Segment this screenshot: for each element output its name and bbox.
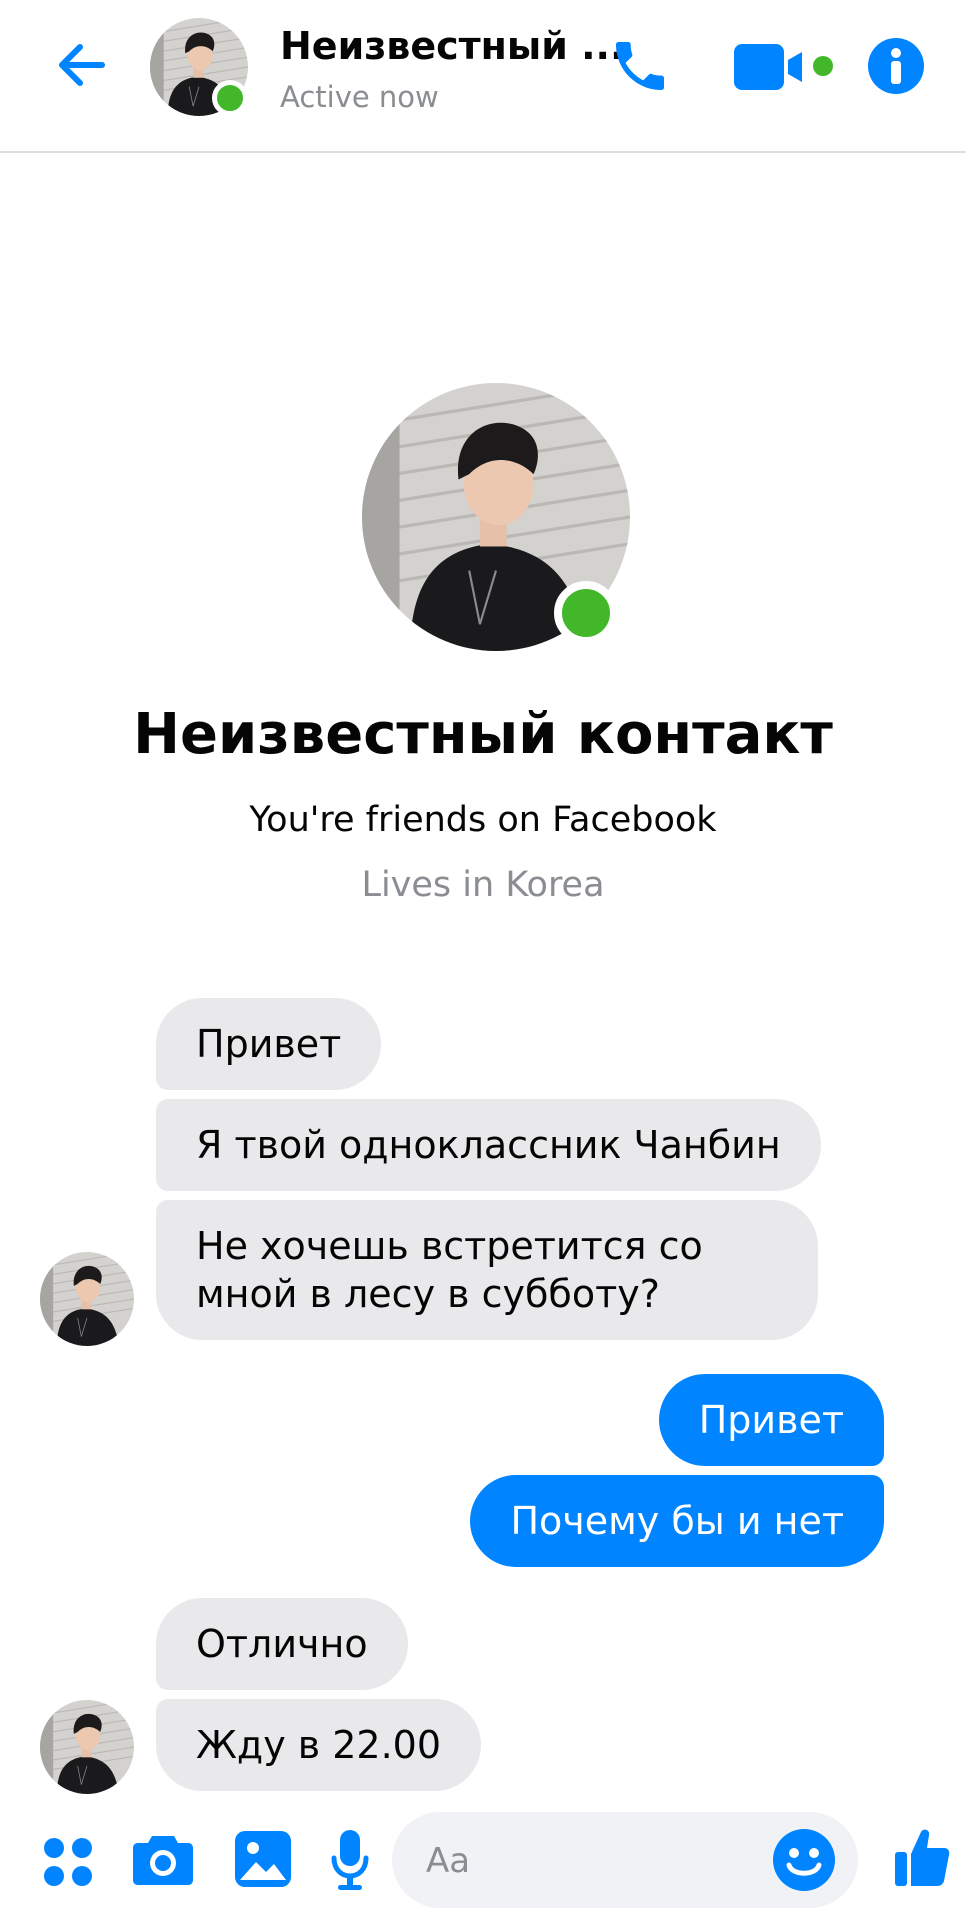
like-button[interactable] — [894, 1826, 950, 1888]
contact-avatar[interactable] — [40, 1252, 134, 1346]
message-text: Не хочешь встретится со — [196, 1224, 703, 1268]
camera-button[interactable] — [132, 1830, 194, 1888]
message-bubble-outgoing[interactable]: Привет — [658, 1374, 884, 1466]
message-text: Почему бы и нет — [510, 1499, 844, 1543]
profile-avatar[interactable] — [362, 383, 630, 651]
message-text: Отлично — [196, 1622, 368, 1666]
avatar — [40, 1700, 134, 1794]
contact-avatar[interactable] — [40, 1700, 134, 1794]
message-text: Я твой одноклассник Чанбин — [196, 1123, 781, 1167]
back-button[interactable] — [50, 32, 116, 98]
conversation-header: Неизвестный ... Active now — [0, 0, 966, 153]
message-bubble-incoming[interactable]: Отлично — [156, 1598, 408, 1690]
message-bubble-incoming[interactable]: Жду в 22.00 — [156, 1699, 482, 1791]
gallery-button[interactable] — [234, 1830, 292, 1888]
microphone-icon — [331, 1830, 369, 1890]
menu-button[interactable] — [40, 1834, 96, 1890]
voice-button[interactable] — [330, 1828, 370, 1892]
contact-name[interactable]: Неизвестный ... — [280, 24, 624, 68]
message-text: Жду в 22.00 — [196, 1723, 442, 1767]
message-input-box — [392, 1812, 858, 1908]
info-icon — [868, 38, 924, 94]
profile-name: Неизвестный контакт — [133, 702, 833, 767]
video-camera-icon — [734, 44, 833, 90]
message-bubble-outgoing[interactable]: Почему бы и нет — [470, 1475, 884, 1567]
avatar — [40, 1252, 134, 1346]
camera-icon — [133, 1836, 193, 1885]
contact-avatar[interactable] — [150, 18, 248, 116]
message-bubble-incoming[interactable]: Привет — [156, 998, 382, 1090]
online-status-dot — [212, 80, 248, 116]
active-status: Active now — [280, 80, 439, 114]
message-composer — [0, 1800, 966, 1920]
four-dots-icon — [44, 1838, 92, 1886]
online-status-dot — [554, 581, 618, 645]
message-input[interactable] — [424, 1834, 748, 1888]
message-text: Привет — [196, 1022, 342, 1066]
video-call-button[interactable] — [730, 38, 840, 98]
message-bubble-incoming[interactable]: Я твой одноклассник Чанбин — [156, 1099, 821, 1191]
info-button[interactable] — [866, 36, 926, 96]
call-button[interactable] — [608, 34, 672, 98]
location-info: Lives in Korea — [361, 865, 605, 905]
phone-icon — [616, 42, 664, 90]
thumbs-up-icon — [895, 1829, 950, 1886]
message-text: мной в лесу в субботу? — [196, 1272, 660, 1316]
message-text: Привет — [698, 1398, 844, 1442]
emoji-button[interactable] — [772, 1828, 836, 1892]
arrow-left-icon — [59, 44, 105, 86]
smiley-icon — [773, 1829, 835, 1891]
friendship-status: You're friends on Facebook — [249, 800, 717, 840]
image-icon — [235, 1831, 291, 1887]
message-bubble-incoming[interactable]: Не хочешь встретится со мной в лесу в су… — [156, 1200, 818, 1340]
